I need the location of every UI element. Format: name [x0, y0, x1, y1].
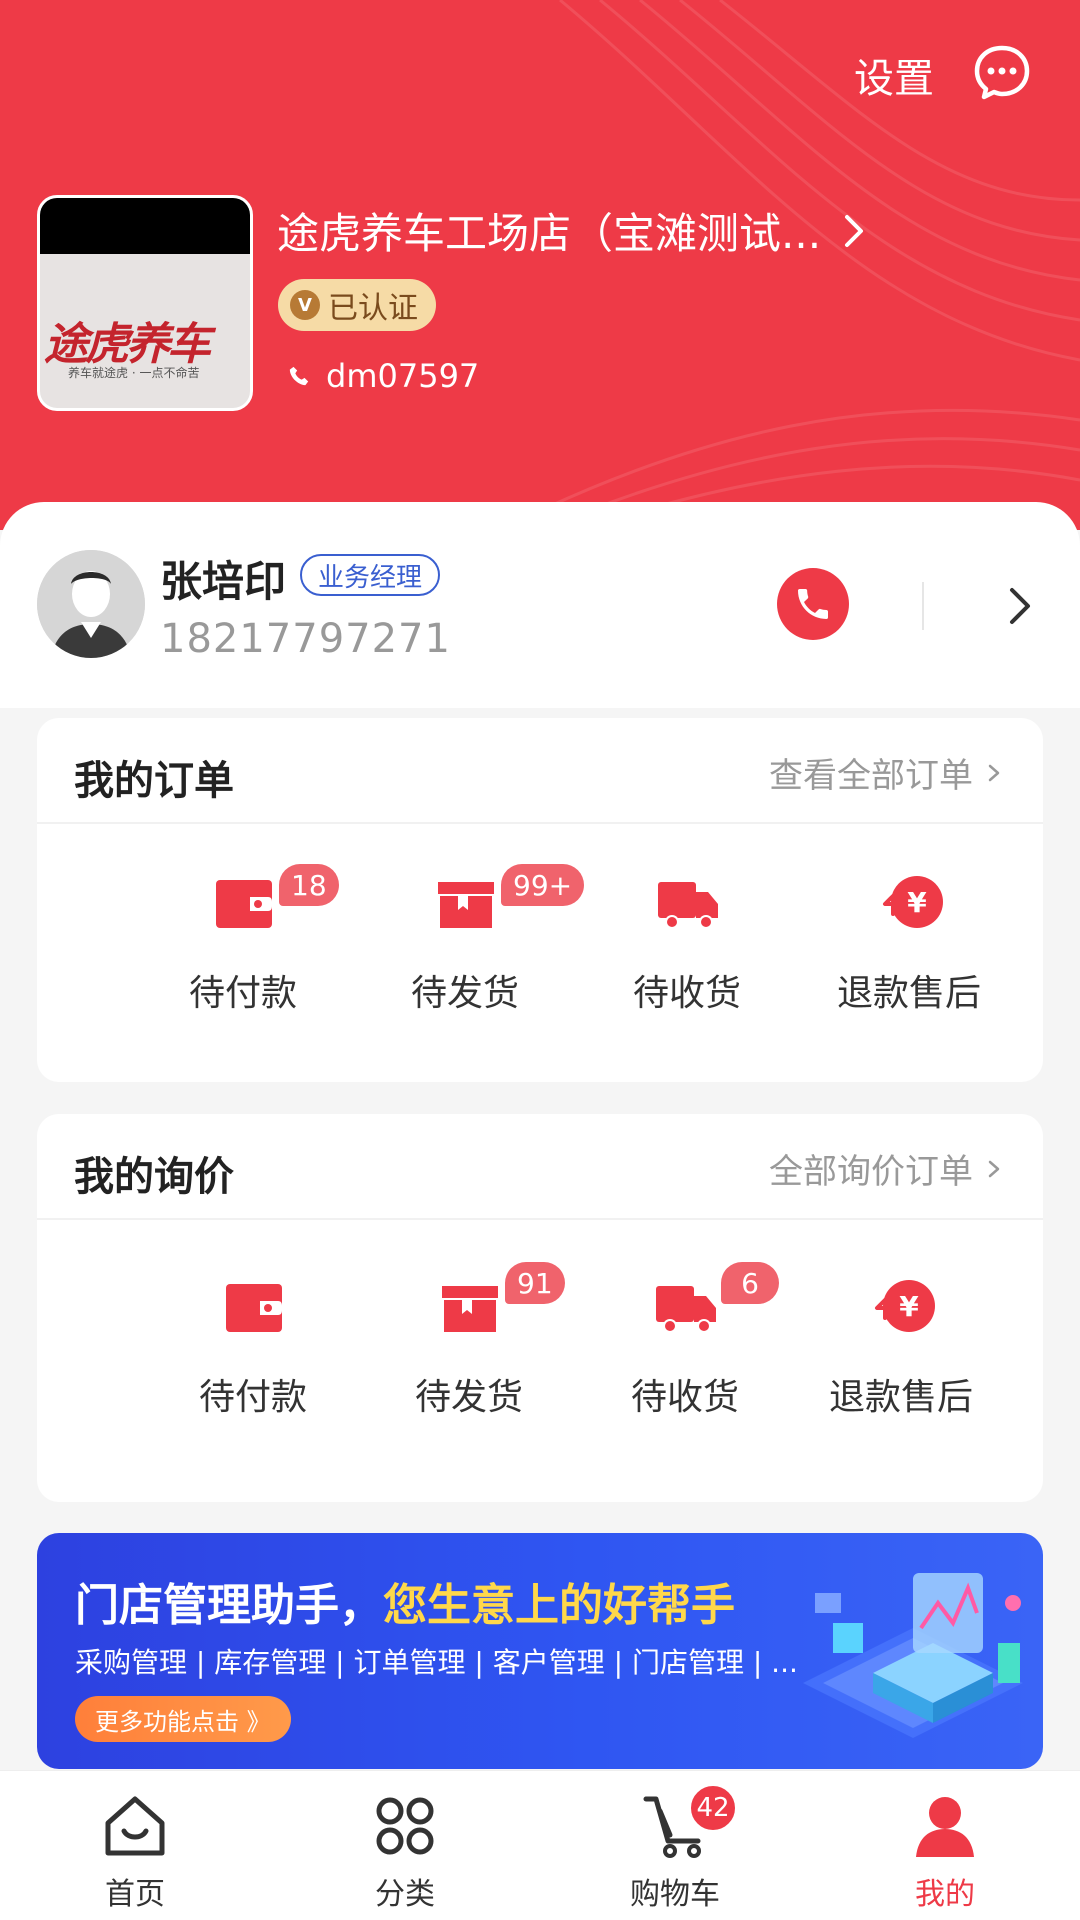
status-label: 退款售后 [836, 973, 981, 1014]
banner-title-highlight: 您生意上的好帮手 [383, 1580, 735, 1631]
tab-label: 分类 [375, 1877, 435, 1912]
settings-button[interactable]: 设置 [854, 46, 934, 104]
manager-avatar [37, 550, 145, 658]
orders-status-grid: 待付款 18 待发货 99+ 待收货 ¥ 退款售后 [37, 824, 1043, 1064]
banner-title: 门店管理助手，您生意上的好帮手 [75, 1569, 735, 1633]
profile-header: 设置 途虎养车 养车就途虎 · 一点不命苦 途虎养车工场店（宝滩测试... V … [0, 0, 1080, 530]
photo-dark-band [40, 198, 250, 254]
manager-role-badge: 业务经理 [300, 554, 441, 596]
inquiry-card-header: 我的询价 全部询价订单 [37, 1114, 1043, 1220]
orders-pending-payment[interactable]: 待付款 18 [133, 864, 353, 1064]
tab-category[interactable]: 分类 [270, 1771, 540, 1920]
store-phone: dm07597 [288, 357, 479, 395]
view-all-orders-label: 查看全部订单 [769, 756, 973, 796]
wallet-icon [216, 880, 272, 928]
view-all-inquiry-label: 全部询价订单 [769, 1152, 973, 1192]
bottom-tab-bar: 首页 分类 42 购物车 我的 [0, 1770, 1080, 1920]
cart-count-badge: 42 [688, 1783, 738, 1833]
status-label: 待付款 [188, 973, 297, 1014]
banner-title-main: 门店管理助手， [75, 1580, 383, 1631]
box-icon [442, 1286, 498, 1332]
tab-cart[interactable]: 42 购物车 [540, 1771, 810, 1920]
truck-icon [658, 882, 718, 929]
inquiry-refund[interactable]: ¥ 退款售后 [791, 1268, 1011, 1468]
orders-pending-receipt[interactable]: 待收货 [577, 864, 797, 1064]
inquiry-title: 我的询价 [74, 1154, 234, 1200]
tab-label: 首页 [105, 1877, 165, 1912]
store-phone-text: dm07597 [326, 357, 480, 395]
verified-badge: V 已认证 [278, 279, 436, 331]
divider [922, 582, 924, 630]
refund-icon: ¥ [875, 1280, 935, 1332]
tab-home[interactable]: 首页 [0, 1771, 270, 1920]
status-label: 退款售后 [828, 1377, 973, 1418]
truck-icon [656, 1286, 716, 1333]
chevron-right-icon [988, 764, 1000, 781]
inquiry-pending-receipt[interactable]: 待收货 6 [575, 1262, 795, 1468]
account-manager-card[interactable]: 张培印 业务经理 18217797271 [0, 502, 1080, 708]
tab-mine[interactable]: 我的 [810, 1771, 1080, 1920]
status-label: 待收货 [632, 973, 741, 1014]
status-label: 待收货 [630, 1377, 739, 1418]
store-assistant-banner[interactable]: 门店管理助手，您生意上的好帮手 采购管理 | 库存管理 | 订单管理 | 客户管… [37, 1533, 1043, 1769]
message-icon[interactable] [972, 42, 1032, 102]
orders-card-header: 我的订单 查看全部订单 [37, 718, 1043, 824]
box-icon [438, 882, 494, 928]
store-photo[interactable]: 途虎养车 养车就途虎 · 一点不命苦 [37, 195, 253, 411]
inquiry-pending-shipment[interactable]: 待发货 91 [359, 1262, 579, 1468]
status-label: 待发货 [414, 1377, 523, 1418]
count-badge: 91 [505, 1262, 565, 1304]
view-all-orders-link[interactable]: 查看全部订单 [769, 748, 1001, 797]
verified-icon: V [290, 290, 320, 320]
phone-icon [289, 366, 309, 386]
count-badge: 6 [721, 1262, 779, 1304]
store-logo-text: 途虎养车 [44, 319, 211, 370]
phone-icon [798, 589, 828, 619]
my-inquiry-card: 我的询价 全部询价订单 待付款 待发货 91 待收货 6 ¥ 退款售后 [37, 1114, 1043, 1502]
orders-pending-shipment[interactable]: 待发货 99+ [355, 864, 585, 1064]
view-all-inquiry-link[interactable]: 全部询价订单 [769, 1144, 1001, 1193]
chevron-right-icon[interactable] [1006, 584, 1034, 628]
refund-icon: ¥ [883, 876, 943, 928]
category-icon [376, 1797, 434, 1855]
svg-text:¥: ¥ [899, 1290, 919, 1323]
tab-label: 购物车 [630, 1877, 720, 1912]
tab-label: 我的 [915, 1877, 975, 1912]
my-orders-card: 我的订单 查看全部订单 待付款 18 待发货 99+ 待收货 ¥ 退款售后 [37, 718, 1043, 1082]
status-label: 待付款 [198, 1377, 307, 1418]
call-button[interactable] [777, 568, 849, 640]
verified-label: 已认证 [328, 291, 418, 326]
orders-refund[interactable]: ¥ 退款售后 [799, 864, 1019, 1064]
orders-title: 我的订单 [74, 758, 234, 804]
svg-text:¥: ¥ [907, 886, 927, 919]
isometric-illustration [803, 1573, 1023, 1738]
count-badge: 18 [279, 864, 339, 906]
more-features-button[interactable]: 更多功能点击 》 [75, 1696, 291, 1742]
store-logo-subtext: 养车就途虎 · 一点不命苦 [68, 366, 200, 380]
manager-name: 张培印 [160, 557, 287, 606]
count-badge: 99+ [501, 864, 585, 906]
wallet-icon [226, 1284, 282, 1332]
home-icon [105, 1796, 165, 1856]
user-icon [916, 1797, 974, 1857]
store-name-link[interactable]: 途虎养车工场店（宝滩测试... [277, 200, 867, 261]
banner-subtitle: 采购管理 | 库存管理 | 订单管理 | 客户管理 | 门店管理 | ... [75, 1646, 798, 1679]
chevron-right-icon [988, 1160, 1000, 1177]
inquiry-pending-payment[interactable]: 待付款 [143, 1268, 363, 1468]
manager-phone: 18217797271 [160, 616, 451, 662]
chevron-right-icon [845, 214, 864, 247]
status-label: 待发货 [410, 973, 519, 1014]
inquiry-status-grid: 待付款 待发货 91 待收货 6 ¥ 退款售后 [37, 1220, 1043, 1460]
store-name: 途虎养车工场店（宝滩测试... [277, 209, 822, 258]
